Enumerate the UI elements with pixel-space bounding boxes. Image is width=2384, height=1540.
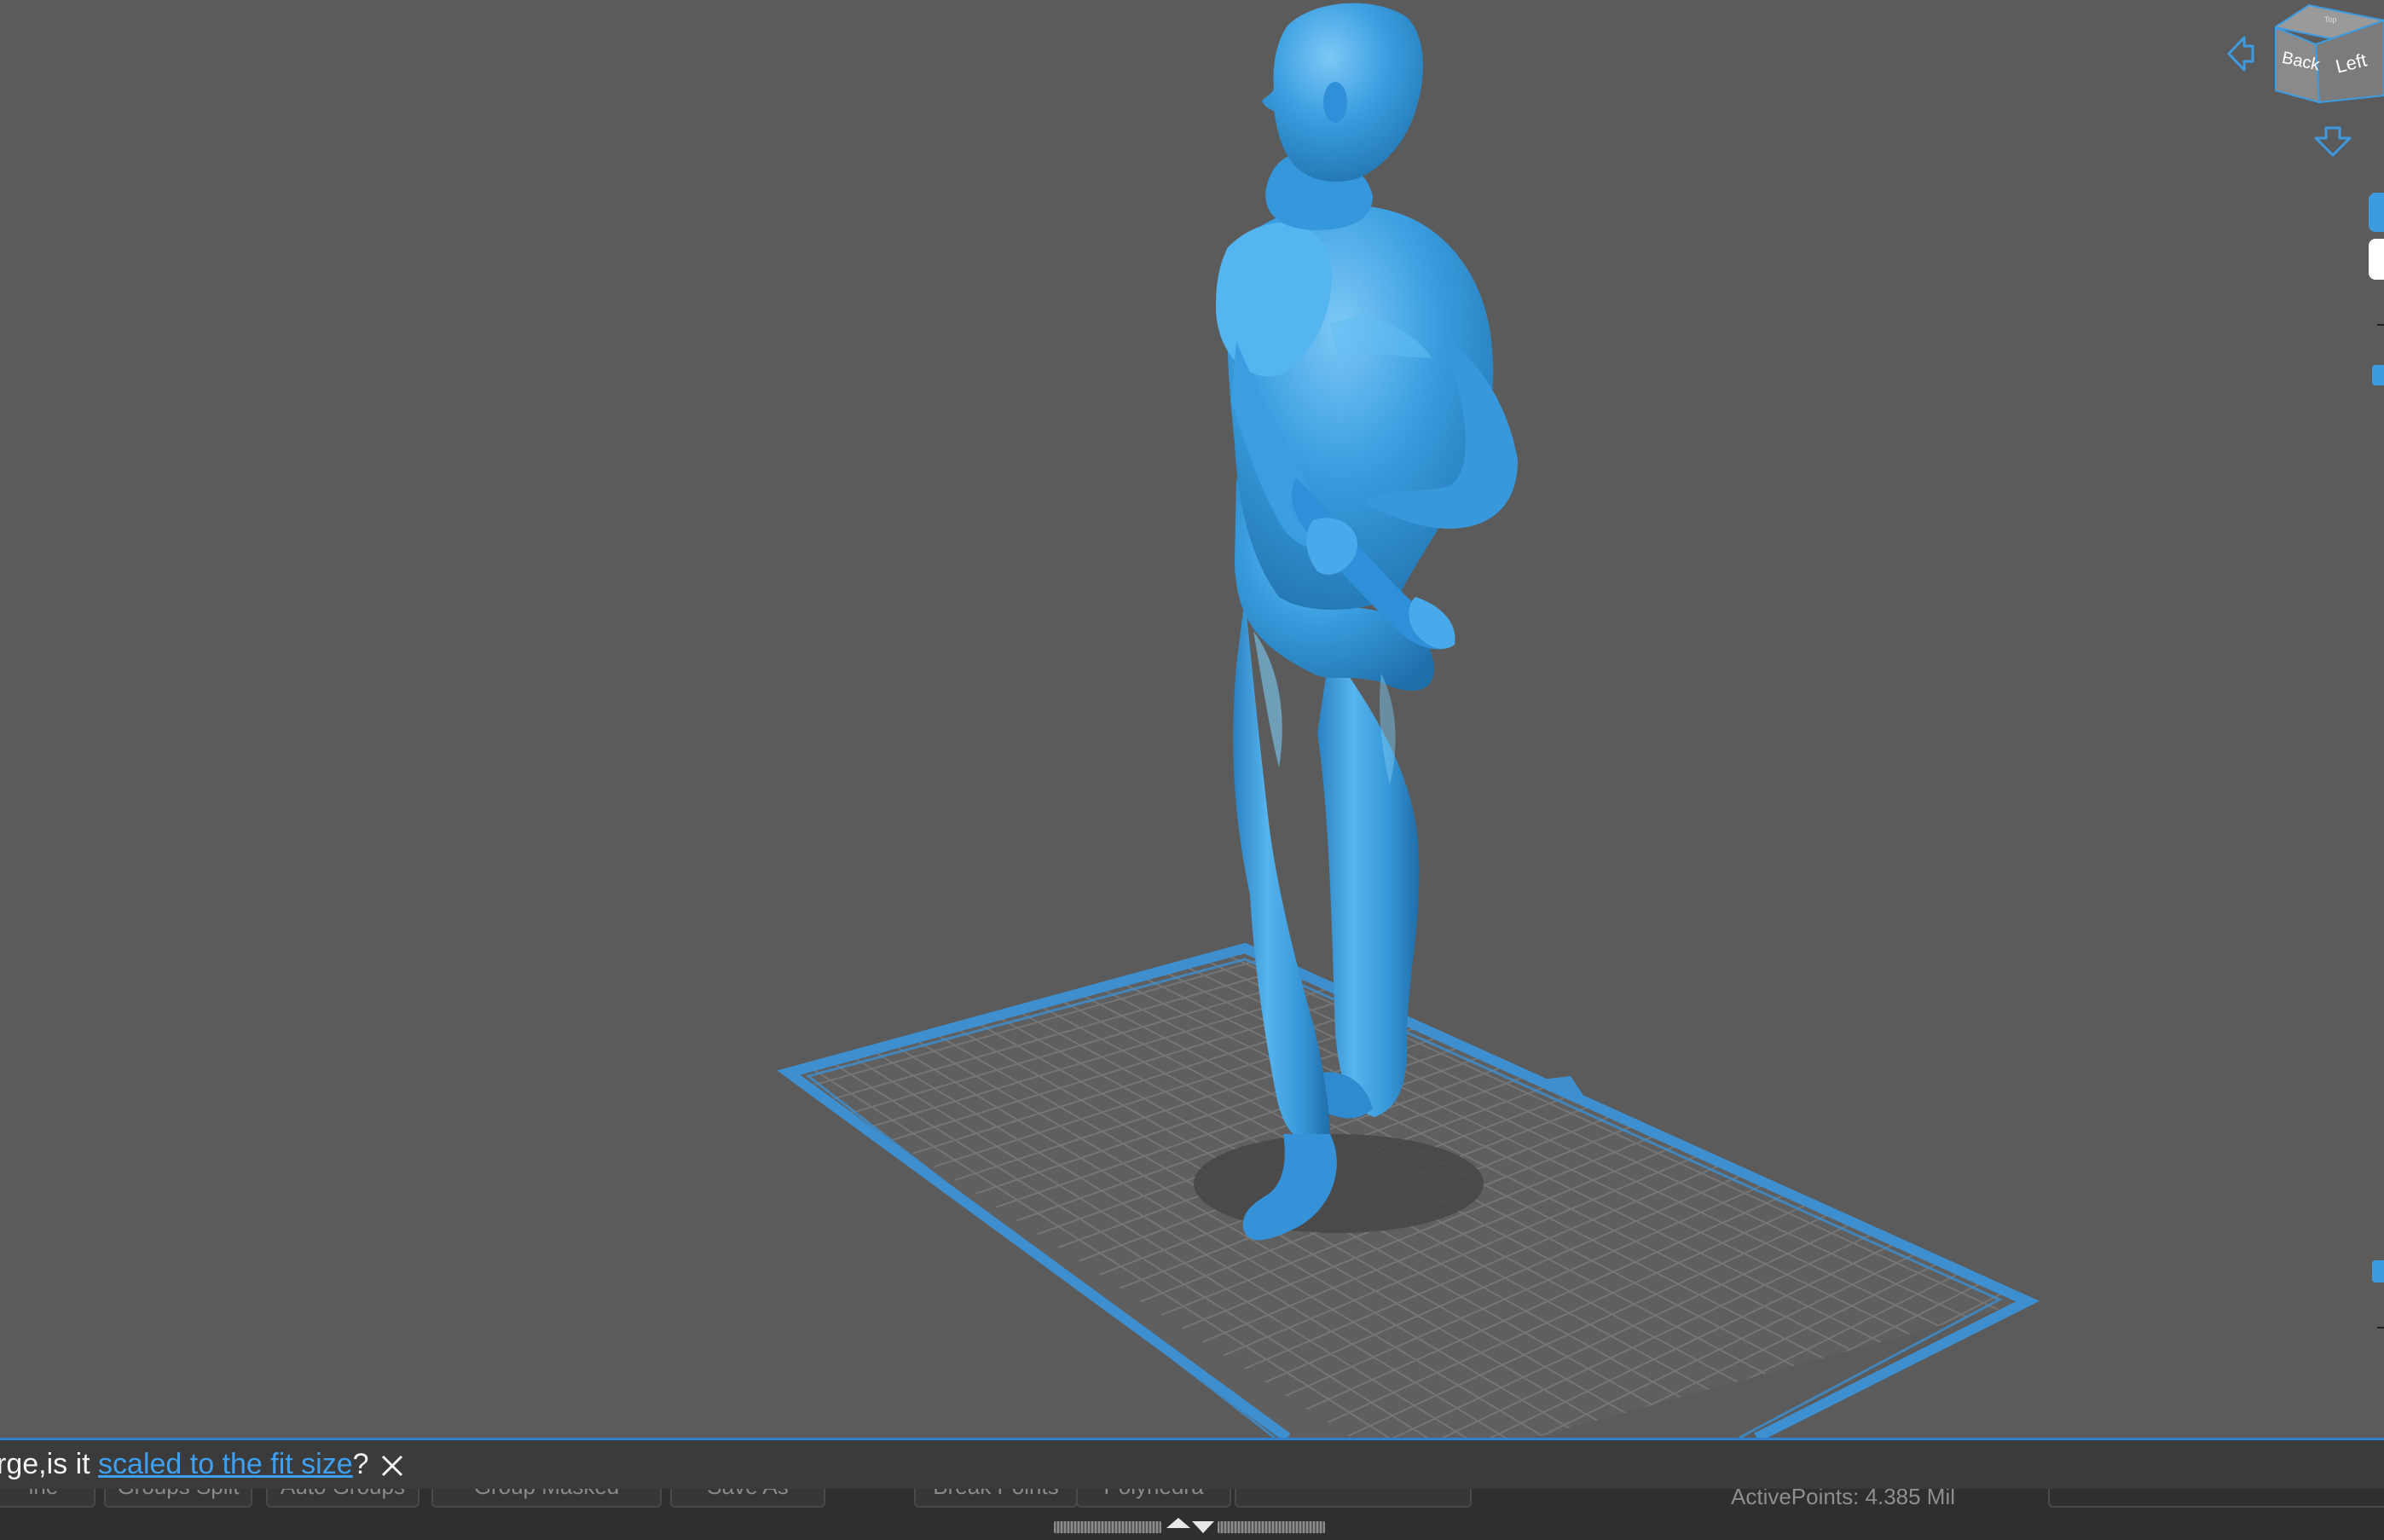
arrow-left-outline-icon[interactable] [2225, 32, 2256, 75]
expand-collapse-icon[interactable] [1163, 1516, 1218, 1538]
group-masked-button[interactable]: Group Masked [431, 1489, 662, 1508]
notification-suffix: ? [352, 1448, 369, 1480]
break-points-button[interactable]: Break Points [914, 1489, 1078, 1508]
panel-resize-grip-right[interactable] [1218, 1521, 1325, 1533]
arrow-down-outline-icon[interactable] [2312, 124, 2353, 159]
groups-split-button[interactable]: Groups Split [104, 1489, 252, 1508]
panel-resize-grip-left[interactable] [1054, 1521, 1161, 1533]
save-as-button[interactable]: Save As [670, 1489, 825, 1508]
side-panel-tick [2377, 324, 2384, 326]
cube-top-label: Top [2324, 15, 2337, 24]
navigation-cube[interactable]: Back Left Top [2275, 2, 2384, 107]
3d-viewport[interactable]: Back Left Top [0, 0, 2384, 1438]
side-panel-indicator[interactable] [2372, 365, 2384, 385]
side-panel-tick [2377, 1327, 2384, 1329]
notification-bar: rge,is it scaled to the fit size? [0, 1438, 2384, 1489]
scene-canvas[interactable] [0, 0, 2384, 1438]
model-shadow [1194, 1134, 1484, 1233]
scale-to-fit-link[interactable]: scaled to the fit size [98, 1448, 353, 1480]
close-icon[interactable] [379, 1452, 406, 1479]
bottom-toolbar: ine Groups Split Auto Groups Group Maske… [0, 1489, 2384, 1540]
side-panel-tab-white[interactable] [2369, 239, 2384, 280]
active-points-readout: ActivePoints: 4.385 Mil [1731, 1489, 1956, 1509]
notification-text: rge,is it scaled to the fit size? [0, 1440, 369, 1489]
polyhedra-button[interactable]: Polyhedra [1076, 1489, 1231, 1508]
notification-prefix: rge,is it [0, 1448, 99, 1480]
toolbar-button-1[interactable]: ine [0, 1489, 95, 1508]
toolbar-button-8[interactable] [1235, 1489, 1472, 1508]
side-panel-tab-blue[interactable] [2369, 193, 2384, 232]
auto-groups-button[interactable]: Auto Groups [266, 1489, 420, 1508]
toolbar-field[interactable] [2048, 1489, 2384, 1508]
side-panel-indicator-bottom[interactable] [2372, 1260, 2384, 1282]
